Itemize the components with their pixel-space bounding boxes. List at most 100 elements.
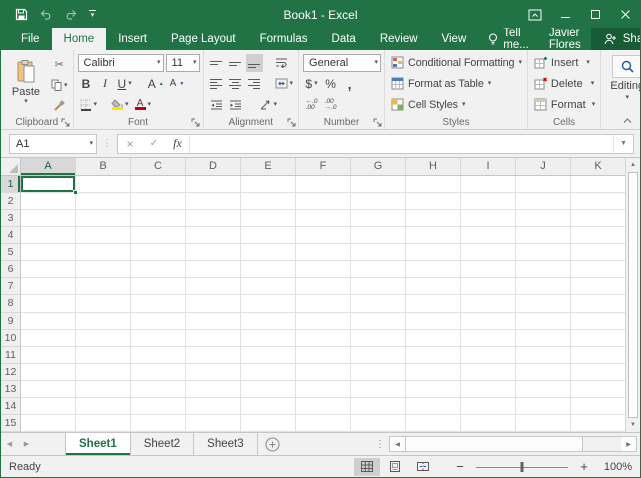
cell-F7[interactable] xyxy=(296,278,351,295)
row-header-13[interactable]: 13 xyxy=(1,381,21,398)
align-left-button[interactable] xyxy=(208,75,225,93)
comma-style-button[interactable]: , xyxy=(341,75,358,93)
cell-B11[interactable] xyxy=(76,347,131,364)
row-header-9[interactable]: 9 xyxy=(1,313,21,330)
cell-B2[interactable] xyxy=(76,193,131,210)
row-header-4[interactable]: 4 xyxy=(1,227,21,244)
row-header-12[interactable]: 12 xyxy=(1,364,21,381)
cell-B10[interactable] xyxy=(76,330,131,347)
zoom-slider-thumb[interactable] xyxy=(521,462,524,472)
cell-H9[interactable] xyxy=(406,313,461,330)
underline-button[interactable]: U▾ xyxy=(116,75,134,93)
cell-D1[interactable] xyxy=(186,176,241,193)
cell-J10[interactable] xyxy=(516,330,571,347)
horizontal-scroll-thumb[interactable] xyxy=(405,437,583,451)
tab-file[interactable]: File xyxy=(9,28,52,50)
increase-font-size-button[interactable]: A▲ xyxy=(146,75,166,93)
cell-E3[interactable] xyxy=(241,210,296,227)
cell-G3[interactable] xyxy=(351,210,406,227)
cell-E2[interactable] xyxy=(241,193,296,210)
cell-B9[interactable] xyxy=(76,313,131,330)
cell-D3[interactable] xyxy=(186,210,241,227)
increase-indent-button[interactable] xyxy=(227,96,244,114)
user-account[interactable]: Javier Flores xyxy=(539,28,591,50)
cell-C13[interactable] xyxy=(131,381,186,398)
cell-D8[interactable] xyxy=(186,295,241,312)
cell-H2[interactable] xyxy=(406,193,461,210)
cell-C4[interactable] xyxy=(131,227,186,244)
decrease-indent-button[interactable] xyxy=(208,96,225,114)
cell-A12[interactable] xyxy=(21,364,76,381)
column-header-K[interactable]: K xyxy=(571,158,626,175)
row-header-2[interactable]: 2 xyxy=(1,193,21,210)
cell-F1[interactable] xyxy=(296,176,351,193)
cell-C6[interactable] xyxy=(131,261,186,278)
cell-I1[interactable] xyxy=(461,176,516,193)
vertical-scroll-thumb[interactable] xyxy=(628,172,638,418)
cell-D4[interactable] xyxy=(186,227,241,244)
cancel-icon[interactable]: × xyxy=(118,135,142,153)
cell-C3[interactable] xyxy=(131,210,186,227)
cell-G15[interactable] xyxy=(351,415,406,432)
cell-B7[interactable] xyxy=(76,278,131,295)
row-header-11[interactable]: 11 xyxy=(1,347,21,364)
redo-icon[interactable] xyxy=(64,9,78,20)
cell-A3[interactable] xyxy=(21,210,76,227)
normal-view-icon[interactable] xyxy=(354,458,380,476)
cell-A11[interactable] xyxy=(21,347,76,364)
new-sheet-button[interactable] xyxy=(258,433,288,455)
tab-review[interactable]: Review xyxy=(368,28,430,50)
cell-E5[interactable] xyxy=(241,244,296,261)
cell-D10[interactable] xyxy=(186,330,241,347)
font-size-select[interactable]: 11 ▾ xyxy=(166,54,200,72)
cell-H12[interactable] xyxy=(406,364,461,381)
cell-K6[interactable] xyxy=(571,261,626,278)
font-dialog-launcher-icon[interactable] xyxy=(191,117,201,127)
cell-C7[interactable] xyxy=(131,278,186,295)
tab-formulas[interactable]: Formulas xyxy=(248,28,320,50)
cell-I7[interactable] xyxy=(461,278,516,295)
cell-H13[interactable] xyxy=(406,381,461,398)
cell-B6[interactable] xyxy=(76,261,131,278)
cell-E6[interactable] xyxy=(241,261,296,278)
top-align-button[interactable] xyxy=(208,54,225,72)
tell-me-box[interactable]: Tell me... xyxy=(478,28,539,50)
zoom-in-button[interactable]: + xyxy=(576,459,592,474)
cell-G13[interactable] xyxy=(351,381,406,398)
cell-G1[interactable] xyxy=(351,176,406,193)
collapse-ribbon-icon[interactable] xyxy=(620,116,634,126)
cell-A6[interactable] xyxy=(21,261,76,278)
cell-A9[interactable] xyxy=(21,313,76,330)
cell-I6[interactable] xyxy=(461,261,516,278)
cell-A1[interactable] xyxy=(21,176,76,193)
cell-C5[interactable] xyxy=(131,244,186,261)
cell-H14[interactable] xyxy=(406,398,461,415)
cell-D13[interactable] xyxy=(186,381,241,398)
bold-button[interactable]: B xyxy=(78,75,95,93)
cell-A2[interactable] xyxy=(21,193,76,210)
undo-icon[interactable] xyxy=(39,9,53,20)
cell-K11[interactable] xyxy=(571,347,626,364)
editing-button[interactable]: Editing ▾ xyxy=(605,53,641,101)
cell-A4[interactable] xyxy=(21,227,76,244)
cell-G7[interactable] xyxy=(351,278,406,295)
cell-I11[interactable] xyxy=(461,347,516,364)
cell-J2[interactable] xyxy=(516,193,571,210)
cell-I13[interactable] xyxy=(461,381,516,398)
cell-I8[interactable] xyxy=(461,295,516,312)
cell-I4[interactable] xyxy=(461,227,516,244)
row-header-5[interactable]: 5 xyxy=(1,244,21,261)
cell-K8[interactable] xyxy=(571,295,626,312)
cell-D5[interactable] xyxy=(186,244,241,261)
cell-D12[interactable] xyxy=(186,364,241,381)
cell-B5[interactable] xyxy=(76,244,131,261)
cell-H6[interactable] xyxy=(406,261,461,278)
cell-F10[interactable] xyxy=(296,330,351,347)
cell-B12[interactable] xyxy=(76,364,131,381)
cell-J12[interactable] xyxy=(516,364,571,381)
share-button[interactable]: Share xyxy=(591,28,641,50)
cell-J14[interactable] xyxy=(516,398,571,415)
column-header-E[interactable]: E xyxy=(241,158,296,175)
cell-E10[interactable] xyxy=(241,330,296,347)
format-cells-button[interactable]: Format ▾ xyxy=(532,95,597,114)
